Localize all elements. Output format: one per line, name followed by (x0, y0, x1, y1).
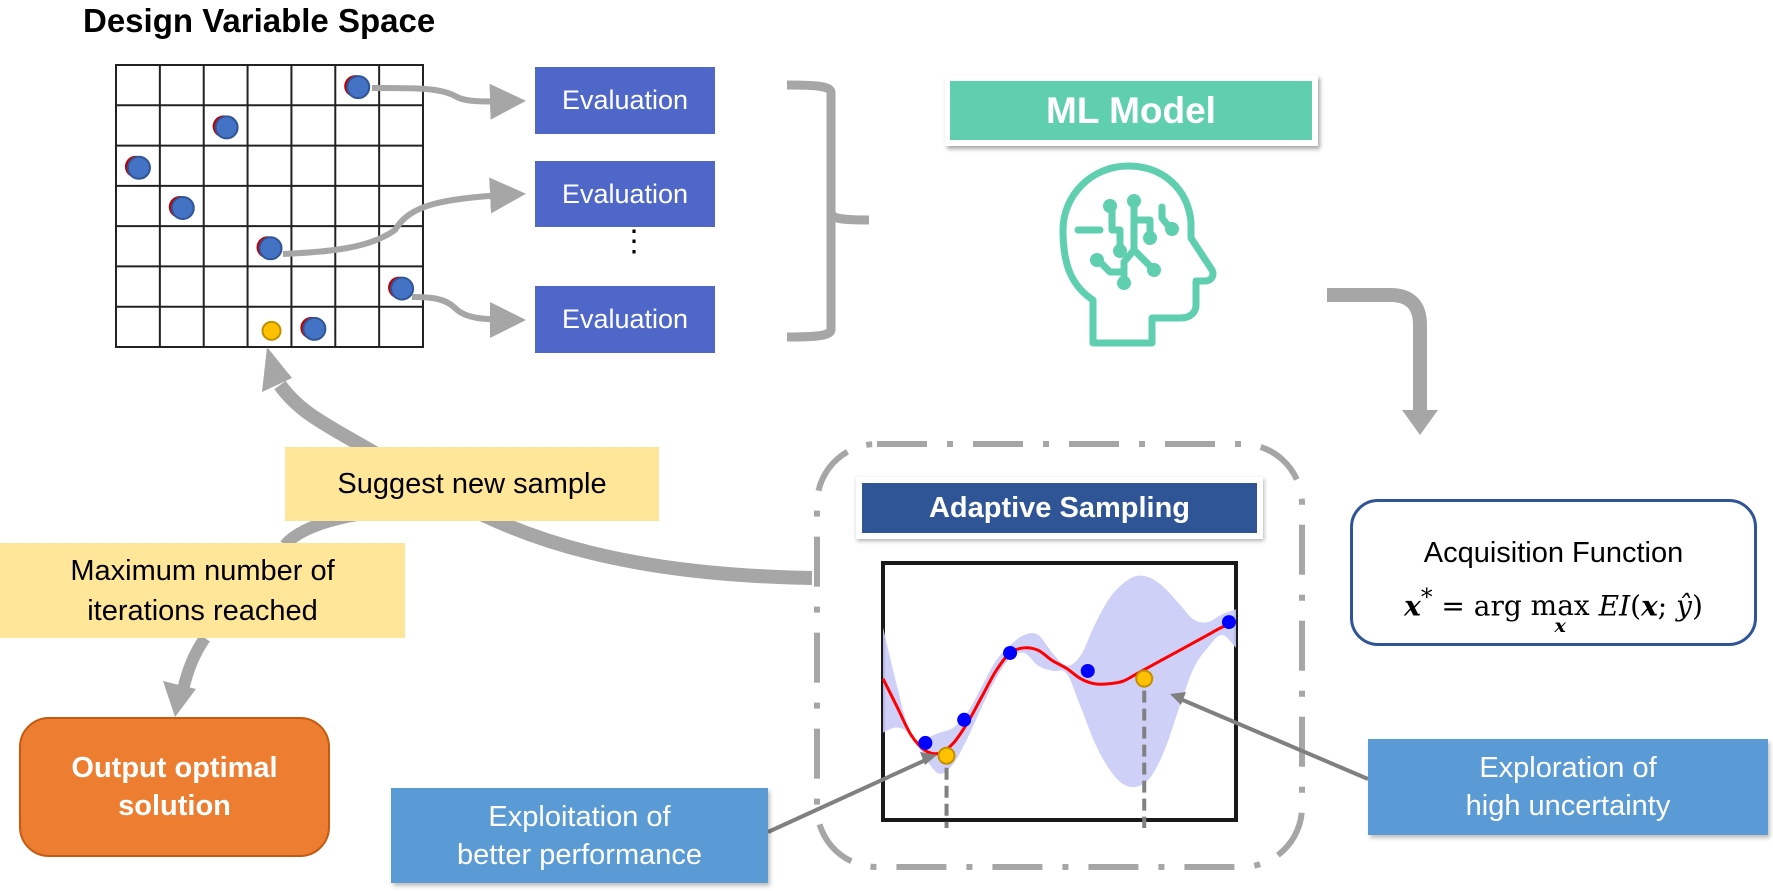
arrowhead (163, 681, 196, 717)
max-iterations-label: Maximum number of iterations reached (0, 543, 405, 638)
suggest-new-sample-label: Suggest new sample (285, 447, 659, 521)
adaptive-sampling-banner: Adaptive Sampling (862, 483, 1257, 533)
evaluated-sample-point (126, 155, 151, 180)
design-grid (115, 64, 424, 348)
candidate-point (1135, 669, 1154, 688)
observed-point (957, 712, 972, 727)
evaluated-sample-point (170, 196, 195, 220)
evaluated-sample-point (390, 276, 415, 301)
exploration-callout: Exploration of high uncertainty (1368, 739, 1768, 835)
grid-border (115, 64, 424, 348)
evaluated-sample-point (302, 316, 327, 341)
output-optimal-solution-box: Output optimal solution (19, 717, 330, 857)
curly-bracket (786, 80, 870, 342)
evaluated-sample-point (258, 236, 283, 261)
observed-point (1003, 645, 1018, 660)
model-to-acquisition-arrow (1327, 288, 1427, 410)
exploitation-callout: Exploitation of better performance (391, 788, 768, 883)
new-sample-point (261, 320, 282, 341)
observed-point (918, 735, 933, 750)
arrowhead (1402, 410, 1438, 435)
connector-arrow (411, 294, 526, 338)
output-arrow (177, 634, 210, 692)
brain-circuit-head-icon (1059, 162, 1217, 347)
evaluated-sample-point (214, 115, 239, 140)
observed-point (1221, 615, 1236, 630)
observed-point (1080, 663, 1095, 678)
evaluated-sample-point (346, 75, 371, 100)
candidate-point (937, 746, 956, 765)
